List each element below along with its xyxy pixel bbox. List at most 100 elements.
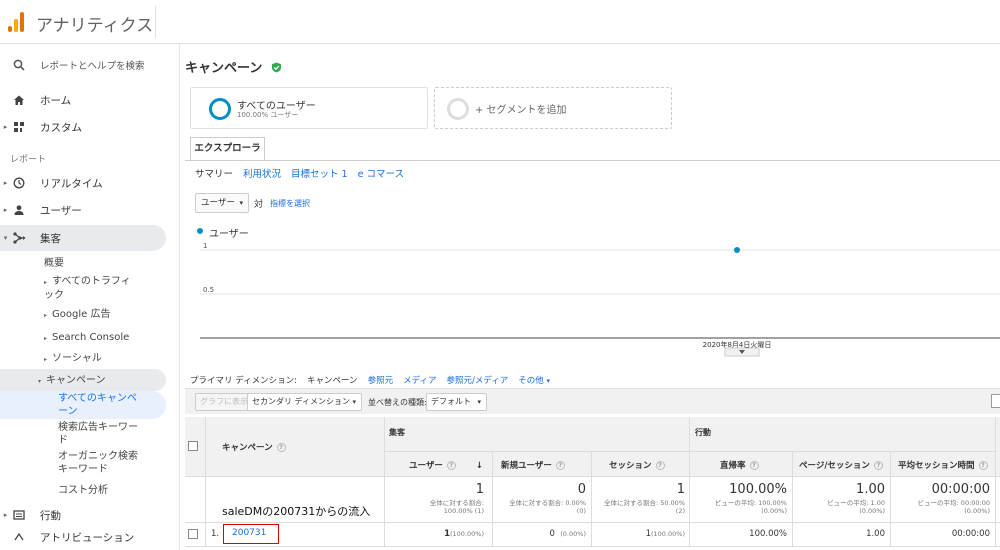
- sidebar-item-label: ユーザー: [40, 204, 82, 217]
- caret-right-icon: ▸: [3, 179, 8, 187]
- campaign-link[interactable]: 200731: [223, 524, 279, 544]
- sidebar-sub-search-console[interactable]: ▸ Search Console: [44, 331, 129, 345]
- behavior-icon: [11, 507, 27, 523]
- add-segment-button[interactable]: + セグメントを追加: [434, 87, 672, 129]
- table-toolbar: グラフに表示 セカンダリ ディメンション ▾ 並べ替えの種類: デフォルト ▾: [185, 388, 1000, 414]
- help-icon[interactable]: ?: [873, 461, 883, 470]
- title-divider: [155, 6, 156, 38]
- sidebar-item-label: アトリビューション: [40, 531, 135, 544]
- primary-dimension-bar: プライマリ ディメンション: キャンペーン 参照元 メディア 参照元/メディア …: [190, 374, 550, 386]
- sidebar-sub-social[interactable]: ▸ ソーシャル: [44, 352, 102, 366]
- total-duration: 00:00:00: [931, 482, 990, 497]
- col-duration-header[interactable]: 平均セッション時間?: [898, 459, 988, 471]
- verified-check-icon: [271, 62, 281, 73]
- total-users: 1: [475, 482, 484, 497]
- subtab-usage[interactable]: 利用状況: [243, 166, 281, 180]
- sidebar-sub-all-campaigns[interactable]: すべてのキャンペーン: [58, 392, 144, 418]
- total-users-note: 全体に対する割合: 100.00% (1): [429, 499, 484, 515]
- sidebar-item-home[interactable]: ホーム: [0, 87, 166, 113]
- sort-type-label: 並べ替えの種類:: [368, 398, 427, 407]
- subtab-ecommerce[interactable]: e コマース: [358, 166, 404, 180]
- sidebar-sub-google-ads[interactable]: ▸ Google 広告: [44, 308, 110, 322]
- subtab-summary[interactable]: サマリー: [195, 166, 233, 180]
- caret-right-icon: ▸: [44, 356, 48, 363]
- sidebar-sub-cost-analysis[interactable]: コスト分析: [58, 484, 108, 497]
- sidebar-sub-paid-keywords[interactable]: 検索広告キーワード: [58, 421, 144, 447]
- sidebar-sub-all-traffic[interactable]: ▸ すべてのトラフィック: [44, 275, 134, 302]
- help-icon[interactable]: ?: [978, 461, 988, 470]
- group-acquisition-header: 集客: [389, 428, 405, 437]
- sidebar-sub-campaigns[interactable]: ▾ キャンペーン: [38, 374, 106, 388]
- caret-right-icon: ▸: [44, 279, 48, 286]
- help-icon[interactable]: ?: [446, 461, 456, 470]
- sidebar-search[interactable]: レポートとヘルプを検索: [0, 52, 166, 78]
- sidebar-item-acquisition[interactable]: ▾ 集客: [0, 225, 166, 251]
- plot-rows-button[interactable]: グラフに表示: [195, 393, 253, 411]
- caret-right-icon: ▸: [44, 335, 48, 342]
- primary-dimension-label: プライマリ ディメンション:: [190, 376, 297, 386]
- explorer-subtabs: サマリー 利用状況 目標セット 1 e コマース: [195, 166, 404, 180]
- view-toggle-box[interactable]: [991, 394, 1000, 408]
- sidebar-search-label: レポートとヘルプを検索: [40, 61, 145, 72]
- y-tick-label: 0.5: [203, 286, 214, 294]
- sort-type-dropdown[interactable]: デフォルト ▾: [426, 393, 487, 411]
- col-pages-header[interactable]: ページ/セッション?: [799, 459, 883, 471]
- sidebar-item-attribution[interactable]: アトリビューション: [0, 526, 166, 548]
- sidebar-item-realtime[interactable]: ▸ リアルタイム: [0, 170, 166, 196]
- table-header: キャンペーン? 集客 行動 ユーザー? ↓ 新規ユーザー? セッション? 直帰率?…: [185, 417, 1000, 477]
- home-icon: [11, 92, 27, 108]
- table-row: 1. 200731 1(100.00%) 0 (0.00%) 1(100.00%…: [185, 523, 1000, 547]
- sidebar-sub-organic-keywords[interactable]: オーガニック検索キーワード: [58, 450, 144, 476]
- dropdown-caret-icon: ▾: [239, 199, 243, 207]
- help-icon[interactable]: ?: [655, 461, 665, 470]
- cell-bounce: 100.00%: [749, 529, 787, 539]
- y-tick-label: 1: [203, 242, 207, 250]
- subtab-goal-set[interactable]: 目標セット 1: [291, 166, 348, 180]
- total-sessions: 1: [676, 482, 685, 497]
- help-icon[interactable]: ?: [555, 461, 565, 470]
- acquisition-icon: [11, 230, 27, 246]
- caret-down-icon: ▾: [546, 377, 550, 385]
- dimension-campaign[interactable]: キャンペーン: [307, 374, 358, 386]
- help-icon[interactable]: ?: [749, 461, 759, 470]
- sidebar-item-users[interactable]: ▸ ユーザー: [0, 197, 166, 223]
- dimension-other[interactable]: その他 ▾: [518, 374, 550, 386]
- sidebar-item-label: 集客: [40, 232, 61, 245]
- total-sessions-note: 全体に対する割合: 50.00% (2): [603, 499, 685, 515]
- total-new-users: 0: [577, 482, 586, 497]
- sidebar-sub-overview[interactable]: 概要: [44, 257, 64, 270]
- dimension-medium[interactable]: メディア: [403, 374, 436, 386]
- versus-label: 対: [254, 200, 264, 210]
- sidebar-section-reports: レポート: [10, 155, 47, 165]
- col-bounce-header[interactable]: 直帰率?: [720, 459, 759, 471]
- secondary-dimension-dropdown[interactable]: セカンダリ ディメンション ▾: [247, 393, 362, 411]
- caret-right-icon: ▸: [3, 123, 8, 131]
- app-title: アナリティクス: [36, 16, 154, 36]
- sidebar-item-label: 行動: [40, 509, 61, 522]
- col-sessions-header[interactable]: セッション?: [609, 459, 665, 471]
- col-users-header[interactable]: ユーザー? ↓: [409, 459, 483, 471]
- sidebar: レポートとヘルプを検索 ホーム ▸ カスタム レポート ▸ リアルタイム ▸ ユ…: [0, 44, 180, 550]
- dimension-source-medium[interactable]: 参照元/メディア: [446, 374, 508, 386]
- row-select-checkbox[interactable]: [188, 529, 198, 539]
- tab-explorer[interactable]: エクスプローラ: [190, 137, 265, 161]
- segment-all-users[interactable]: すべてのユーザー 100.00% ユーザー: [190, 87, 428, 129]
- header-select-checkbox[interactable]: [188, 441, 198, 451]
- dashboard-icon: [11, 119, 27, 135]
- sidebar-item-custom[interactable]: ▸ カスタム: [0, 114, 166, 140]
- dimension-source[interactable]: 参照元: [368, 374, 394, 386]
- caret-down-icon: ▾: [38, 378, 42, 385]
- cell-duration: 00:00:00: [951, 529, 990, 539]
- line-chart: 10.52020年8月4日火曜日: [200, 242, 1000, 357]
- metric-dropdown[interactable]: ユーザー ▾: [195, 193, 249, 213]
- dropdown-caret-icon: ▾: [477, 398, 481, 406]
- help-icon[interactable]: ?: [276, 443, 286, 452]
- analytics-logo-icon[interactable]: [8, 12, 24, 32]
- sidebar-item-behavior[interactable]: ▸ 行動: [0, 502, 166, 528]
- top-bar: アナリティクス: [0, 0, 1000, 44]
- col-new-users-header[interactable]: 新規ユーザー?: [501, 459, 565, 471]
- col-campaign-header[interactable]: キャンペーン?: [222, 441, 286, 453]
- sort-desc-icon[interactable]: ↓: [476, 461, 483, 471]
- select-metric-link[interactable]: 指標を選択: [270, 198, 310, 209]
- dropdown-caret-icon: ▾: [352, 398, 356, 406]
